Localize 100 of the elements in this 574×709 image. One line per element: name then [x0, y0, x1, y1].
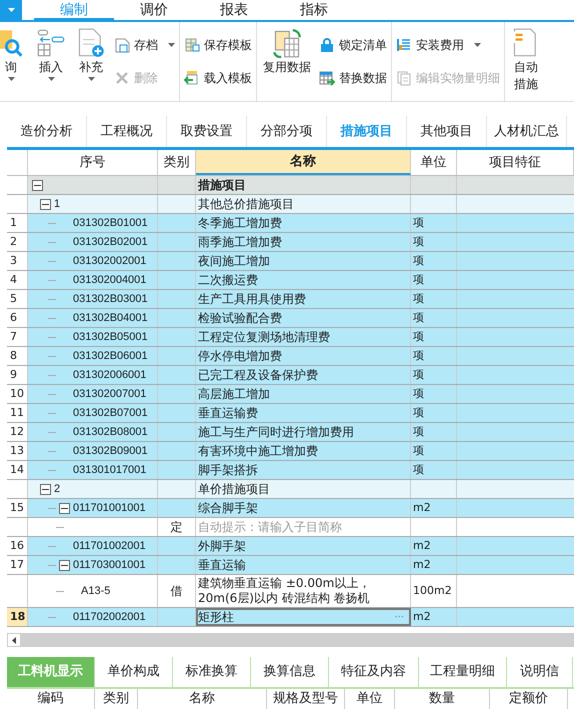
table-cell: 项 — [411, 442, 457, 460]
code-text: 011701001001 — [73, 500, 146, 516]
column-header: 类别 — [95, 689, 138, 709]
horizontal-scrollbar[interactable] — [7, 633, 574, 647]
ribbon-button[interactable]: 替换数据 — [319, 66, 387, 90]
code-text: 031302B09001 — [73, 444, 148, 459]
ribbon-button[interactable]: 自动 措施 — [509, 28, 543, 95]
ribbon-button[interactable]: 补充 — [74, 28, 108, 95]
code-text: 011701002001 — [73, 538, 146, 554]
ribbon-button[interactable]: 锁定清单 — [319, 32, 387, 57]
view-tab[interactable]: 工程概况 — [87, 116, 167, 147]
scroll-left-button[interactable] — [7, 633, 21, 647]
name-text: 建筑物垂直运输 ±0.00m以上，20m(6层)以内 砖混结构 卷扬机 — [198, 576, 372, 606]
collapse-toggle[interactable] — [59, 560, 70, 570]
table-cell: 项 — [411, 309, 457, 327]
table-cell: 项 — [411, 233, 457, 251]
name-text: 停水停电增加费 — [198, 348, 282, 364]
menu-tab[interactable]: 调价 — [114, 0, 194, 20]
name-text: 垂直运输 — [198, 558, 246, 572]
tree-line — [48, 616, 56, 618]
table-icon — [184, 36, 200, 53]
tree-line — [48, 374, 56, 376]
view-tab[interactable]: 取费设置 — [167, 116, 247, 147]
code-text: 031302B08001 — [73, 424, 148, 440]
column-header: 编码 — [7, 689, 95, 709]
code-text: 031302006001 — [73, 368, 146, 383]
view-tab[interactable]: 分部分项 — [247, 116, 327, 147]
code-text: 031302004001 — [73, 272, 146, 288]
tree-line — [48, 564, 56, 566]
ribbon-button[interactable]: 保存模板 — [184, 32, 252, 57]
row-number: 18 — [7, 608, 28, 626]
app-menu-button[interactable] — [0, 0, 22, 20]
table-cell: 项 — [411, 347, 457, 365]
table-cell: 项 — [411, 290, 457, 308]
column-header: 名称 — [196, 150, 411, 175]
table-cell: m2 — [411, 499, 457, 517]
document-icon — [396, 70, 412, 86]
ribbon-button[interactable]: 安装费用 — [396, 32, 500, 57]
tree-line — [48, 336, 56, 338]
ribbon-button[interactable]: 询 — [0, 28, 28, 95]
name-text: 工程定位复测场地清理费 — [198, 330, 330, 344]
table-cell: 项 — [411, 423, 457, 441]
caret-icon — [8, 8, 14, 12]
name-text: 已完工程及设备保护费 — [198, 368, 318, 382]
code-text: 031302B07001 — [73, 406, 148, 421]
code-text: 031302B05001 — [73, 330, 148, 345]
view-tab[interactable]: 造价分析 — [7, 116, 87, 147]
left-arrow-icon — [12, 636, 16, 644]
table-cell: 项 — [411, 461, 457, 479]
name-text: 垂直运输费 — [198, 406, 258, 420]
table-cell: 项 — [411, 328, 457, 346]
tree-line — [48, 222, 56, 224]
name-text: 有害环境中施工增加费 — [198, 444, 318, 458]
table-insert-icon — [36, 28, 66, 58]
table-cell: 项 — [411, 385, 457, 403]
tables-cycle-icon — [272, 28, 302, 58]
collapse-toggle[interactable] — [40, 198, 51, 210]
column-header: 规格及型号 — [267, 689, 345, 709]
name-text: 外脚手架 — [198, 538, 246, 554]
column-header: 定额价 — [490, 689, 568, 709]
column-header: 数量 — [395, 689, 490, 709]
collapse-toggle[interactable] — [59, 502, 70, 514]
code-text: 031302B04001 — [73, 310, 148, 326]
menu-tab[interactable]: 报表 — [194, 0, 274, 20]
table-cell: 项 — [411, 404, 457, 422]
table-cell: m2 — [411, 556, 457, 574]
tree-line — [56, 590, 64, 592]
list-icon — [396, 36, 412, 53]
document-plus-icon — [76, 28, 106, 58]
code-text: 1 — [54, 196, 60, 212]
view-tab[interactable]: 人材机汇总 — [487, 116, 567, 147]
name-text: 施工与生产同时进行增加费用 — [198, 424, 354, 440]
name-text: 检验试验配合费 — [198, 310, 282, 326]
tree-line — [48, 412, 56, 414]
code-text: 031302B01001 — [73, 216, 148, 231]
name-text: 脚手架搭拆 — [198, 462, 258, 478]
table-cell: 项 — [411, 366, 457, 384]
tree-line — [48, 450, 56, 452]
name-text: 高层施工增加 — [198, 386, 270, 402]
ribbon-button[interactable]: 复用数据 — [261, 28, 313, 95]
table-cell: 项 — [411, 214, 457, 232]
code-text: 031302B02001 — [73, 234, 148, 250]
ribbon-button[interactable]: 插入 — [34, 28, 68, 95]
name-text: 措施项目 — [198, 178, 246, 192]
code-text: 031302B06001 — [73, 348, 148, 364]
column-header: 序号 — [28, 150, 158, 175]
menu-tab[interactable]: 指标 — [274, 0, 354, 20]
name-text: 冬季施工增加费 — [198, 216, 282, 230]
view-tab[interactable]: 其他项目 — [407, 116, 487, 147]
name-text: 其他总价措施项目 — [198, 196, 294, 212]
ribbon-button[interactable]: 载入模板 — [184, 66, 252, 90]
ribbon-button[interactable]: 存档 — [114, 32, 175, 57]
table-cell: 项 — [411, 252, 457, 270]
table-cell: m2 — [411, 608, 457, 626]
column-header: 名称 — [138, 689, 267, 709]
lock-icon — [319, 36, 335, 53]
collapse-toggle[interactable] — [40, 484, 51, 494]
code-text: 031301017001 — [73, 462, 146, 478]
code-text: A13-5 — [81, 584, 110, 599]
collapse-toggle[interactable] — [32, 180, 43, 190]
